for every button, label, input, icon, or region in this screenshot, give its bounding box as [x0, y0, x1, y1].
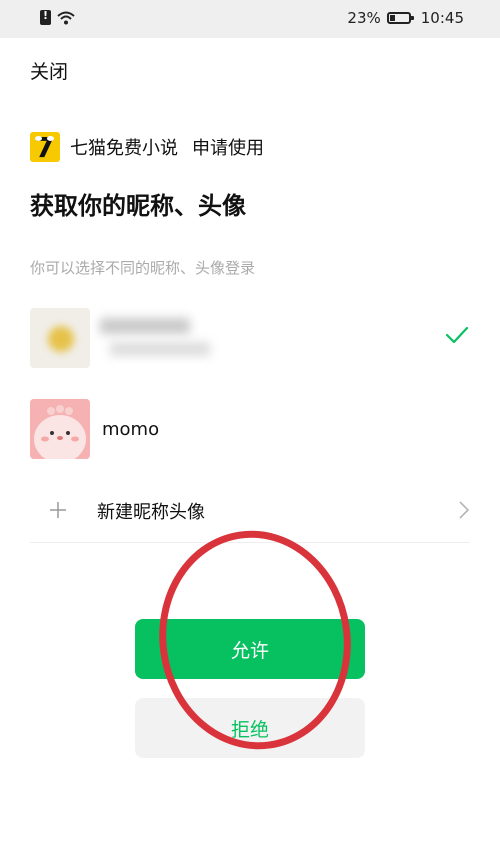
status-bar: 23% 10:45 [0, 0, 500, 38]
new-profile-label: 新建昵称头像 [97, 502, 205, 523]
battery-percent: 23% [347, 9, 381, 27]
deny-button[interactable]: 拒绝 [135, 698, 365, 758]
allow-button[interactable]: 允许 [135, 619, 365, 679]
close-button[interactable]: 关闭 [30, 57, 68, 84]
avatar [30, 399, 90, 459]
page-subtitle: 你可以选择不同的昵称、头像登录 [30, 259, 256, 277]
status-left [40, 9, 75, 25]
app-name: 七猫免费小说 [70, 138, 178, 159]
plus-icon [50, 502, 66, 518]
account-name: momo [102, 419, 160, 440]
app-logo-icon: 7 [30, 132, 60, 162]
avatar [30, 308, 90, 368]
sim-alert-icon [40, 9, 51, 25]
check-icon [445, 326, 469, 344]
new-profile-row[interactable]: 新建昵称头像 [30, 486, 470, 543]
battery-icon [386, 12, 414, 24]
chevron-right-icon [459, 501, 470, 519]
status-right: 23% 10:45 [347, 9, 464, 27]
account-option-momo[interactable]: momo [30, 399, 470, 461]
dinosaur-avatar-icon [30, 399, 90, 459]
account-option-current[interactable] [30, 308, 470, 370]
clock: 10:45 [420, 9, 464, 27]
account-name-blurred [100, 316, 212, 360]
wifi-icon [57, 11, 75, 24]
page-title: 获取你的昵称、头像 [30, 192, 246, 220]
request-text: 申请使用 [192, 138, 264, 159]
app-info: 7 七猫免费小说 申请使用 [30, 132, 264, 162]
